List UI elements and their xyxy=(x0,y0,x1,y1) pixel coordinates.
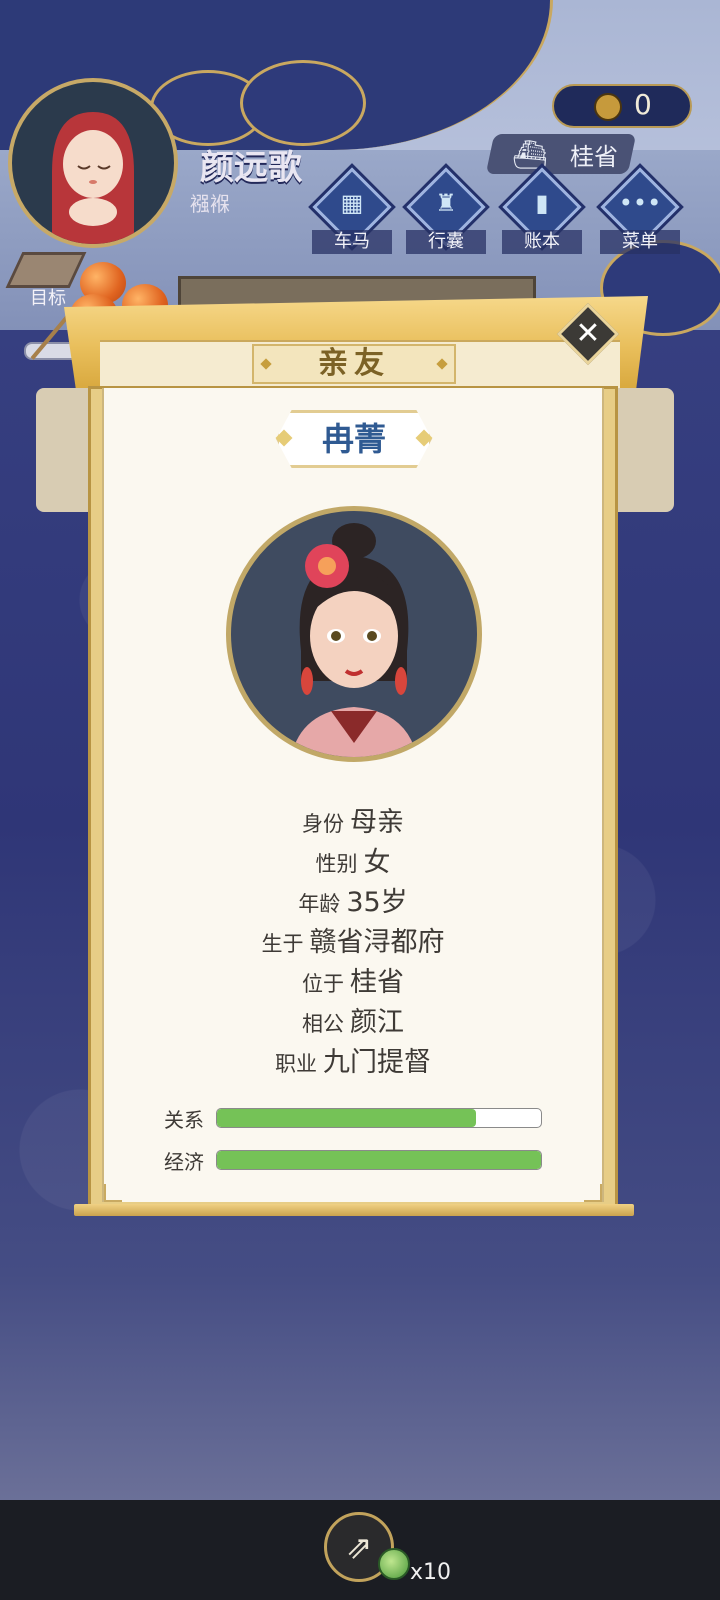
info-value: 母亲 xyxy=(350,807,404,838)
economy-label: 经济 xyxy=(164,1150,204,1174)
info-value: 女 xyxy=(363,847,391,878)
nav-ledger-button[interactable]: ▮ 账本 xyxy=(502,167,582,255)
info-row-identity: 身份 母亲 xyxy=(102,800,604,839)
relationship-bar xyxy=(216,1108,542,1128)
player-title: 襁褓 xyxy=(190,192,230,216)
background-card xyxy=(610,388,674,512)
nav-bag-button[interactable]: ♜ 行囊 xyxy=(406,167,486,255)
nav-label: 行囊 xyxy=(406,230,486,254)
info-row-location: 位于 桂省 xyxy=(102,960,604,999)
info-row-spouse: 相公 颜江 xyxy=(102,1000,604,1039)
info-row-gender: 性别女 xyxy=(102,840,604,879)
relative-name: 冉菁 xyxy=(321,420,386,458)
player-name: 颜远歌 xyxy=(200,148,302,188)
player-avatar[interactable] xyxy=(8,78,178,248)
nav-label: 账本 xyxy=(502,230,582,254)
info-value: 35岁 xyxy=(346,887,408,918)
corner-ornament xyxy=(104,1184,122,1202)
info-value: 颜江 xyxy=(350,1007,404,1038)
info-label: 相公 xyxy=(302,1012,344,1036)
menu-dots-icon: ••• xyxy=(618,189,662,217)
carriage-icon: ▦ xyxy=(340,189,364,217)
close-icon[interactable]: ✕ xyxy=(566,312,610,356)
iron-icon: ⛴ xyxy=(512,138,548,171)
info-value: 桂省 xyxy=(350,967,404,998)
ledger-icon: ▮ xyxy=(535,189,549,217)
economy-bar-fill xyxy=(217,1151,541,1169)
info-label: 年龄 xyxy=(298,892,341,916)
info-row-age: 年龄 35岁 xyxy=(102,880,604,919)
bag-icon: ♜ xyxy=(435,189,457,217)
modal-title: 亲友 xyxy=(318,346,390,381)
cloud-decoration xyxy=(240,60,366,146)
info-row-occupation: 职业 九门提督 xyxy=(102,1040,604,1079)
reward-count: x10 xyxy=(410,1560,452,1585)
info-value: 赣省浔都府 xyxy=(309,927,445,958)
info-label: 身份 xyxy=(302,812,344,836)
economy-bar xyxy=(216,1150,542,1170)
nav-carriage-button[interactable]: ▦ 车马 xyxy=(312,167,392,255)
nav-menu-button[interactable]: ••• 菜单 xyxy=(600,167,680,255)
scroll-rod xyxy=(74,1204,634,1216)
relative-portrait xyxy=(226,506,482,762)
baby-portrait-icon xyxy=(52,112,134,244)
jade-reward-icon xyxy=(378,1548,410,1580)
info-label: 生于 xyxy=(261,932,304,956)
info-value: 九门提督 xyxy=(323,1047,431,1078)
currency-display[interactable]: 0 xyxy=(552,84,692,128)
woman-portrait-icon xyxy=(291,523,417,757)
relationship-label: 关系 xyxy=(164,1108,204,1132)
copper-coin-icon xyxy=(594,93,622,121)
nav-label: 菜单 xyxy=(600,230,680,254)
info-label: 职业 xyxy=(275,1052,317,1076)
info-label: 位于 xyxy=(302,972,344,996)
corner-ornament xyxy=(584,1184,602,1202)
location-name: 桂省 xyxy=(570,143,618,171)
info-label: 性别 xyxy=(315,852,358,876)
nav-label: 车马 xyxy=(312,230,392,254)
relationship-bar-fill xyxy=(217,1109,477,1127)
info-row-birthplace: 生于 赣省浔都府 xyxy=(102,920,604,959)
currency-amount: 0 xyxy=(634,88,652,121)
